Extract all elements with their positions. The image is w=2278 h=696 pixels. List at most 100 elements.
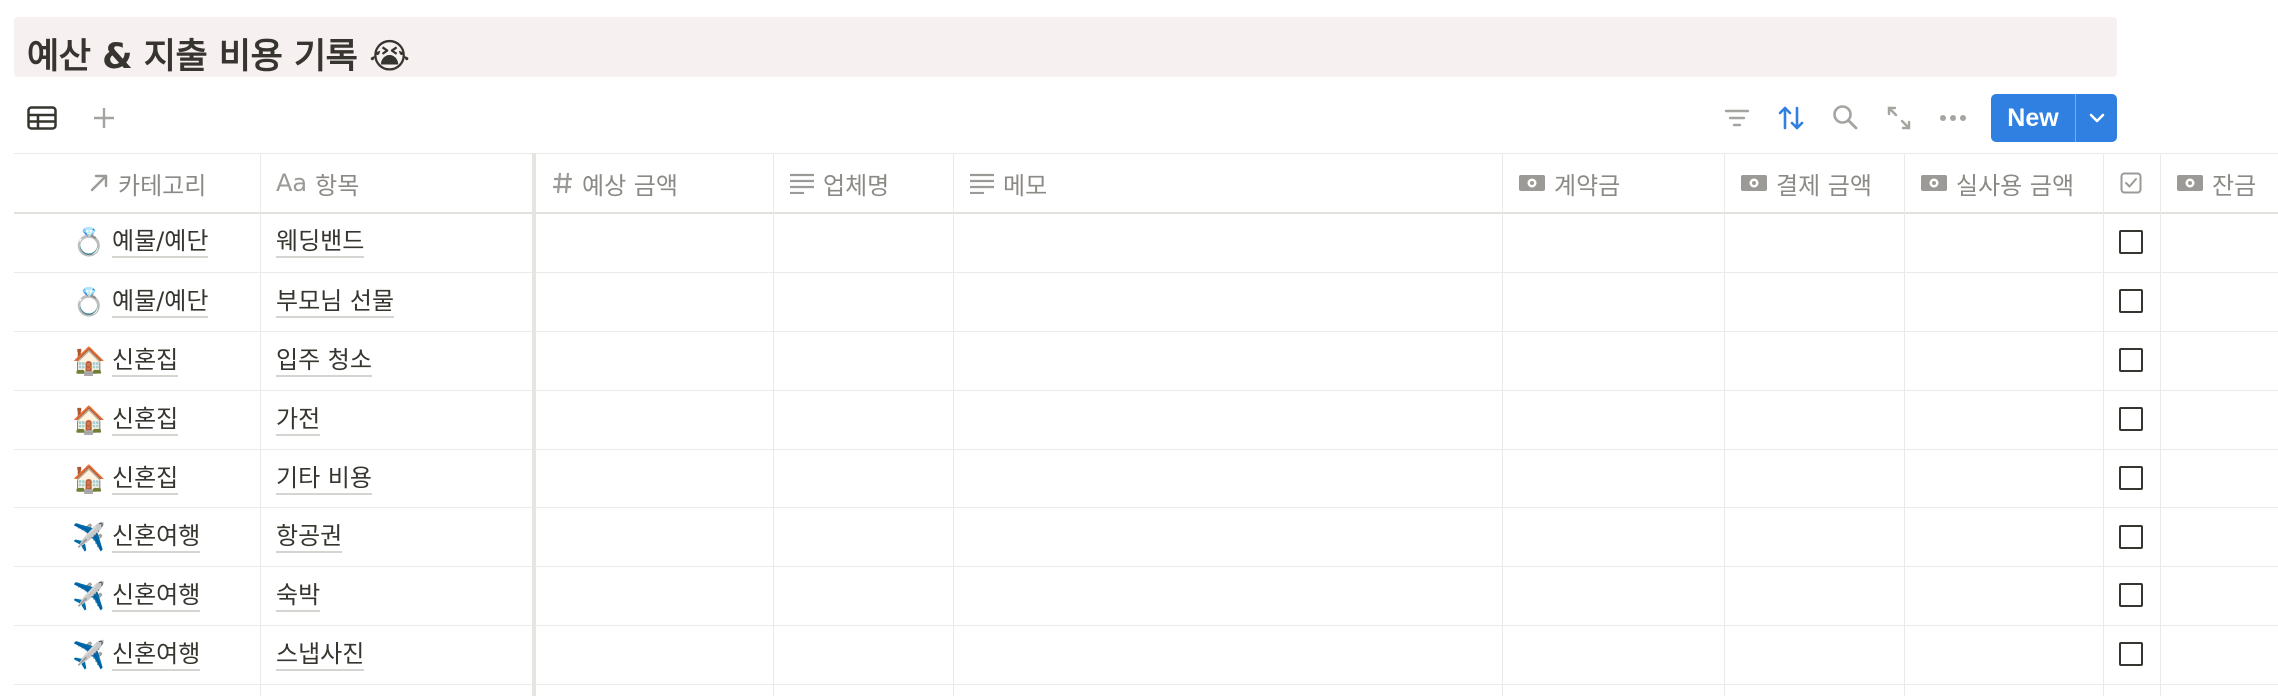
expand-icon[interactable] [1884, 103, 1914, 133]
checkbox-icon [2120, 172, 2142, 194]
column-header-label: 카테고리 [118, 171, 207, 200]
item-label: 부모님 선물 [276, 286, 395, 318]
item-cell[interactable]: 웨딩밴드 [276, 213, 365, 271]
column-header-category[interactable]: 카테고리 [88, 153, 206, 213]
row-divider [14, 684, 2278, 685]
category-cell[interactable]: 🏠 신혼집 [72, 391, 179, 449]
column-header-payment-amount[interactable]: 결제 금액 [1740, 153, 1872, 213]
search-icon[interactable] [1830, 102, 1860, 132]
column-header-actual-amount[interactable]: 실사용 금액 [1920, 153, 2074, 213]
item-cell[interactable]: 입주 청소 [276, 332, 372, 390]
row-divider [14, 390, 2278, 391]
category-label: 예물/예단 [112, 226, 209, 258]
column-header-memo[interactable]: 메모 [969, 153, 1047, 213]
page-title-emoji: 😭 [369, 37, 410, 77]
column-header-balance[interactable]: 잔금 [2176, 153, 2256, 213]
column-header-checkbox[interactable] [2120, 153, 2142, 213]
ring-icon: 💍 [72, 287, 106, 318]
category-cell[interactable]: 💍 예물/예단 [72, 213, 209, 271]
category-label: 신혼집 [112, 345, 179, 377]
house-icon: 🏠 [72, 405, 106, 436]
new-dropdown-button[interactable] [2076, 94, 2117, 142]
money-icon [1920, 173, 1948, 193]
text-lines-icon [789, 172, 815, 194]
item-label: 스냅사진 [276, 639, 365, 671]
column-header-label: 예상 금액 [582, 171, 678, 200]
filter-icon[interactable] [1722, 104, 1752, 132]
category-cell[interactable]: ✈️ 신혼여행 [72, 508, 201, 566]
column-header-label: 계약금 [1554, 171, 1621, 200]
item-cell[interactable]: 스냅사진 [276, 626, 365, 684]
item-cell[interactable]: 가전 [276, 391, 321, 449]
row-checkbox[interactable] [2119, 642, 2143, 666]
sort-icon[interactable] [1776, 102, 1806, 134]
relation-arrow-icon [88, 172, 110, 194]
item-label: 입주 청소 [276, 345, 372, 377]
column-header-item[interactable]: Aa 항목 [276, 153, 359, 213]
column-header-label: 잔금 [2212, 171, 2257, 200]
row-divider [14, 566, 2278, 567]
page-title-text: 예산 & 지출 비용 기록 [27, 37, 358, 77]
category-cell[interactable]: ✈️ 신혼여행 [72, 567, 201, 625]
category-cell[interactable]: 🏠 신혼집 [72, 450, 179, 508]
column-header-vendor[interactable]: 업체명 [789, 153, 889, 213]
item-label: 기타 비용 [276, 463, 372, 495]
row-checkbox[interactable] [2119, 230, 2143, 254]
category-label: 신혼집 [112, 404, 179, 436]
row-checkbox[interactable] [2119, 466, 2143, 490]
column-divider [953, 153, 954, 696]
column-header-label: 결제 금액 [1776, 171, 1872, 200]
frozen-column-divider [532, 153, 536, 696]
item-label: 숙박 [276, 580, 321, 612]
database-table: 카테고리 Aa 항목 예상 금액 업체명 메모 계약금 결제 금액 실사용 금액… [14, 153, 2278, 696]
item-cell[interactable]: 부모님 선물 [276, 273, 395, 331]
money-icon [1740, 173, 1768, 193]
row-checkbox[interactable] [2119, 583, 2143, 607]
more-icon[interactable] [1937, 106, 1969, 130]
category-label: 신혼집 [112, 463, 179, 495]
item-label: 웨딩밴드 [276, 226, 365, 258]
column-header-deposit[interactable]: 계약금 [1518, 153, 1620, 213]
airplane-icon: ✈️ [72, 522, 106, 553]
airplane-icon: ✈️ [72, 581, 106, 612]
title-aa-icon: Aa [276, 169, 308, 197]
category-label: 신혼여행 [112, 639, 201, 671]
item-cell[interactable]: 숙박 [276, 567, 321, 625]
category-label: 예물/예단 [112, 286, 209, 318]
item-label: 가전 [276, 404, 321, 436]
row-checkbox[interactable] [2119, 348, 2143, 372]
column-header-label: 항목 [315, 171, 360, 200]
category-cell[interactable]: ✈️ 신혼여행 [72, 626, 201, 684]
money-icon [2176, 173, 2204, 193]
column-divider [260, 153, 261, 696]
number-hash-icon [552, 171, 574, 195]
house-icon: 🏠 [72, 346, 106, 377]
category-label: 신혼여행 [112, 580, 201, 612]
row-checkbox[interactable] [2119, 525, 2143, 549]
column-header-label: 메모 [1003, 171, 1048, 200]
category-cell[interactable]: 🏠 신혼집 [72, 332, 179, 390]
column-divider [2160, 153, 2161, 696]
table-view-icon[interactable] [26, 104, 58, 132]
new-button[interactable]: New [1991, 94, 2075, 142]
column-header-label: 업체명 [823, 171, 890, 200]
ring-icon: 💍 [72, 227, 106, 258]
page-title[interactable]: 예산 & 지출 비용 기록 😭 [27, 28, 410, 79]
chevron-down-icon [2088, 112, 2106, 124]
item-cell[interactable]: 기타 비용 [276, 450, 372, 508]
column-header-estimated-amount[interactable]: 예상 금액 [552, 153, 678, 213]
column-divider [1904, 153, 1905, 696]
item-cell[interactable]: 항공권 [276, 508, 343, 566]
category-cell[interactable]: 💍 예물/예단 [72, 273, 209, 331]
column-header-label: 실사용 금액 [1956, 171, 2075, 200]
row-checkbox[interactable] [2119, 407, 2143, 431]
new-button-group: New [1991, 94, 2117, 142]
row-checkbox[interactable] [2119, 289, 2143, 313]
column-divider [1724, 153, 1725, 696]
add-view-plus-icon[interactable] [90, 104, 118, 132]
column-divider [2103, 153, 2104, 696]
category-label: 신혼여행 [112, 521, 201, 553]
house-icon: 🏠 [72, 464, 106, 495]
page-title-bar: 예산 & 지출 비용 기록 😭 [14, 17, 2117, 77]
column-divider [1502, 153, 1503, 696]
